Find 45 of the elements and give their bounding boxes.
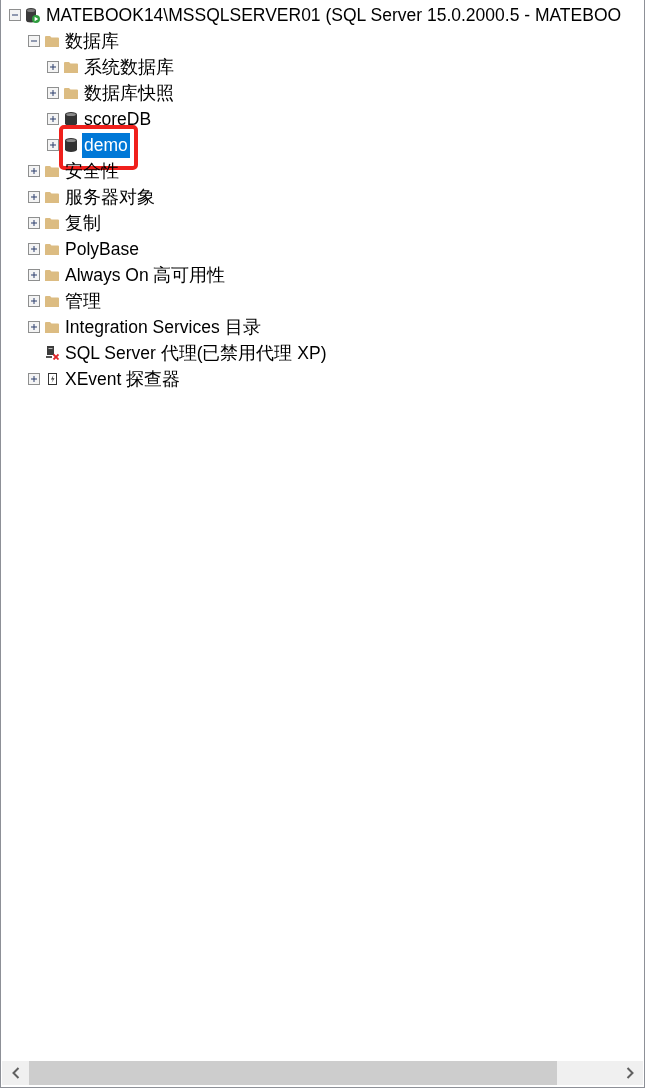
tree-item-label[interactable]: MATEBOOK14\MSSQLSERVER01 (SQL Server 15.0.2000.5 - MATEBOO: [44, 2, 624, 28]
folder-icon: [45, 35, 59, 47]
folder-icon: [45, 191, 59, 203]
folder-icon: [45, 165, 59, 177]
plus-box-icon[interactable]: [28, 191, 40, 203]
plus-box-icon[interactable]: [28, 243, 40, 255]
plus-box-icon[interactable]: [28, 165, 40, 177]
tree-item-label[interactable]: demo: [82, 132, 130, 158]
plus-box-icon[interactable]: [28, 373, 40, 385]
folder-icon: [45, 295, 59, 307]
tree-item-label[interactable]: SQL Server 代理(已禁用代理 XP): [63, 340, 329, 366]
plus-box-icon[interactable]: [47, 139, 59, 151]
plus-box-icon[interactable]: [28, 295, 40, 307]
folder-icon: [45, 269, 59, 281]
tree-item-label[interactable]: PolyBase: [63, 236, 141, 262]
tree-item-label[interactable]: Always On 高可用性: [63, 262, 228, 288]
database-icon: [65, 138, 77, 152]
tree-item-label[interactable]: scoreDB: [82, 106, 154, 132]
folder-icon: [64, 61, 78, 73]
tree-item-label[interactable]: 复制: [63, 210, 103, 236]
plus-box-icon[interactable]: [28, 321, 40, 333]
folder-icon: [45, 243, 59, 255]
plus-box-icon[interactable]: [47, 87, 59, 99]
tree-item-label[interactable]: 数据库: [63, 28, 121, 54]
tree-item-label[interactable]: XEvent 探查器: [63, 366, 183, 392]
plus-box-icon[interactable]: [47, 113, 59, 125]
minus-box-icon[interactable]: [28, 35, 40, 47]
chevron-right-icon: [625, 1067, 634, 1079]
folder-icon: [45, 217, 59, 229]
device-x-icon: [45, 346, 59, 360]
database-play-icon: [26, 7, 40, 23]
tree-item-label[interactable]: 管理: [63, 288, 103, 314]
plus-box-icon[interactable]: [28, 217, 40, 229]
tree-item-label[interactable]: 服务器对象: [63, 184, 157, 210]
tree-item-label[interactable]: 系统数据库: [82, 54, 176, 80]
plus-box-icon[interactable]: [47, 61, 59, 73]
folder-icon: [45, 321, 59, 333]
tree-item-label[interactable]: Integration Services 目录: [63, 314, 263, 340]
minus-box-icon[interactable]: [9, 9, 21, 21]
folder-icon: [64, 87, 78, 99]
tree-item-label[interactable]: 数据库快照: [82, 80, 176, 106]
plus-box-icon[interactable]: [28, 269, 40, 281]
database-icon: [65, 112, 77, 126]
chevron-left-icon: [11, 1067, 20, 1079]
lightning-page-icon: [47, 373, 57, 385]
